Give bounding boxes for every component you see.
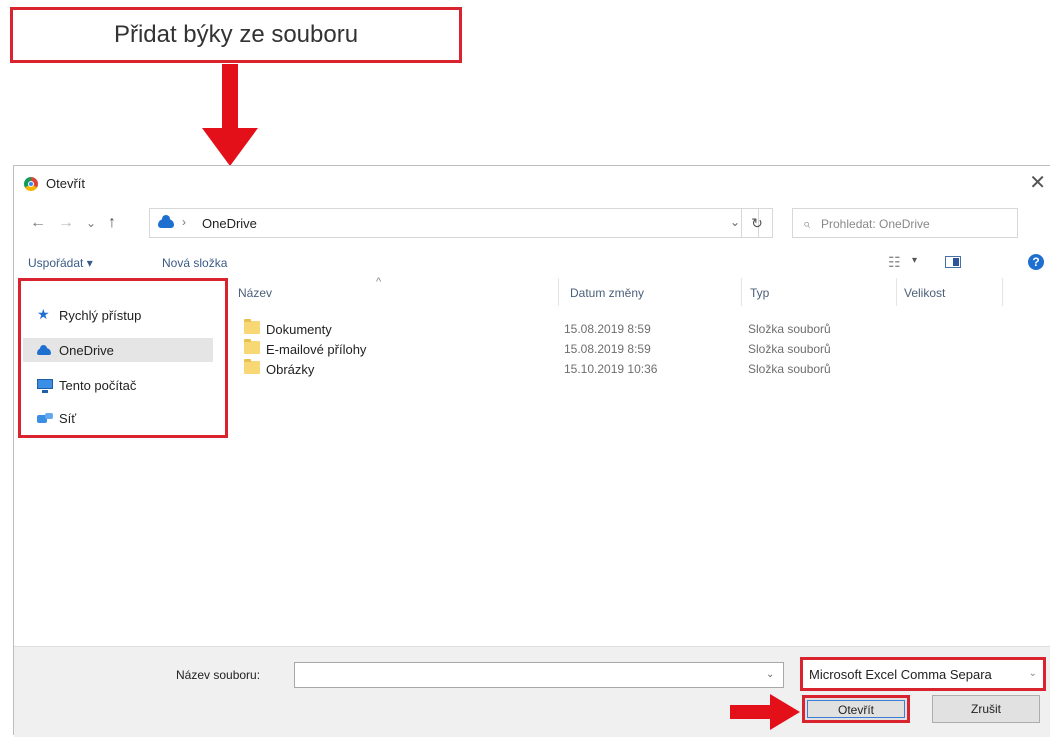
cloud-icon (37, 345, 51, 355)
nav-item-onedrive[interactable]: OneDrive (23, 338, 213, 362)
onedrive-cloud-icon (158, 215, 174, 228)
file-list: ^ Název Datum změny Typ Velikost Dokumen… (236, 276, 1036, 658)
file-type: Složka souborů (748, 362, 831, 376)
file-date: 15.08.2019 8:59 (564, 342, 651, 356)
sort-ascending-icon: ^ (376, 276, 382, 288)
callout-label: Přidat býky ze souboru (113, 21, 359, 48)
column-divider[interactable] (741, 278, 742, 306)
dialog-title: Otevřít (46, 176, 86, 191)
star-icon: ★ (37, 306, 50, 322)
file-row[interactable]: Dokumenty 15.08.2019 8:59 Složka souborů (236, 318, 1036, 340)
file-row[interactable]: E-mailové přílohy 15.08.2019 8:59 Složka… (236, 338, 1036, 360)
breadcrumb-separator: › (182, 215, 186, 229)
address-bar[interactable]: › OneDrive ⌄ (149, 208, 759, 238)
open-file-dialog: Otevřít ✕ ← → ⌄ ↑ › OneDrive ⌄ ↻ ⌕ Uspoř… (13, 165, 1050, 737)
nav-item-label: Síť (59, 411, 77, 426)
chrome-icon (24, 177, 38, 191)
command-toolbar: Uspořádat ▾ Nová složka ☷ ▾ ? (14, 248, 1050, 276)
back-arrow-icon[interactable]: ← (30, 214, 46, 232)
chevron-down-icon: ⌄ (1028, 668, 1037, 679)
nav-item-label: Tento počítač (59, 378, 137, 393)
recent-locations-icon[interactable]: ⌄ (86, 216, 96, 230)
file-type-select[interactable]: Microsoft Excel Comma Separa ⌄ (800, 657, 1046, 691)
close-icon[interactable]: ✕ (1029, 170, 1046, 195)
breadcrumb-onedrive[interactable]: OneDrive (202, 216, 257, 231)
file-type: Složka souborů (748, 342, 831, 356)
search-box[interactable]: ⌕ (792, 208, 1018, 238)
search-input[interactable] (819, 212, 1013, 236)
file-date: 15.08.2019 8:59 (564, 322, 651, 336)
dialog-footer: Název souboru: ⌄ Microsoft Excel Comma S… (14, 646, 1050, 737)
column-header-name[interactable]: Název (238, 286, 272, 300)
open-button[interactable]: Otevřít (802, 695, 910, 723)
file-row[interactable]: Obrázky 15.10.2019 10:36 Složka souborů (236, 358, 1036, 380)
file-name: Obrázky (266, 362, 315, 377)
nav-item-label: Rychlý přístup (59, 308, 142, 323)
view-dropdown-icon[interactable]: ▾ (912, 255, 917, 266)
file-type: Složka souborů (748, 322, 831, 336)
folder-icon (244, 319, 260, 334)
refresh-icon[interactable]: ↻ (741, 208, 773, 238)
column-divider[interactable] (1002, 278, 1003, 306)
filename-dropdown-icon[interactable]: ⌄ (766, 669, 774, 680)
filename-input[interactable] (294, 662, 784, 688)
folder-icon (244, 339, 260, 354)
new-folder-button[interactable]: Nová složka (162, 256, 227, 270)
chevron-down-icon[interactable]: ⌄ (730, 215, 740, 229)
file-date: 15.10.2019 10:36 (564, 362, 658, 376)
network-icon (37, 413, 53, 423)
file-name: Dokumenty (266, 322, 332, 337)
preview-pane-icon[interactable] (945, 256, 961, 268)
navigation-pane: ★ Rychlý přístup OneDrive Tento počítač … (18, 278, 228, 438)
nav-item-label: OneDrive (59, 343, 114, 358)
folder-icon (244, 359, 260, 374)
view-options-icon[interactable]: ☷ (888, 254, 901, 271)
filename-label: Název souboru: (176, 668, 261, 682)
column-header-date[interactable]: Datum změny (570, 286, 644, 300)
arrow-right-icon (730, 694, 800, 730)
column-divider[interactable] (896, 278, 897, 306)
callout-add-bulls-from-file: Přidat býky ze souboru (10, 7, 462, 63)
organize-button[interactable]: Uspořádat ▾ (28, 256, 93, 270)
nav-item-this-pc[interactable]: Tento počítač (23, 373, 213, 397)
nav-item-network[interactable]: Síť (23, 406, 213, 430)
arrow-down-icon (202, 64, 258, 166)
help-icon[interactable]: ? (1028, 254, 1044, 270)
title-bar: Otevřít ✕ (14, 166, 1050, 202)
computer-icon (37, 379, 53, 393)
nav-item-quick-access[interactable]: ★ Rychlý přístup (23, 303, 213, 327)
file-type-value: Microsoft Excel Comma Separa (809, 667, 992, 682)
cancel-button[interactable]: Zrušit (932, 695, 1040, 723)
column-divider[interactable] (558, 278, 559, 306)
column-header-size[interactable]: Velikost (904, 286, 945, 300)
file-name: E-mailové přílohy (266, 342, 367, 357)
navigation-bar: ← → ⌄ ↑ › OneDrive ⌄ ↻ ⌕ (14, 208, 1050, 240)
column-header-type[interactable]: Typ (750, 286, 769, 300)
forward-arrow-icon[interactable]: → (58, 214, 74, 232)
up-arrow-icon[interactable]: ↑ (108, 214, 116, 232)
search-icon: ⌕ (803, 216, 811, 231)
